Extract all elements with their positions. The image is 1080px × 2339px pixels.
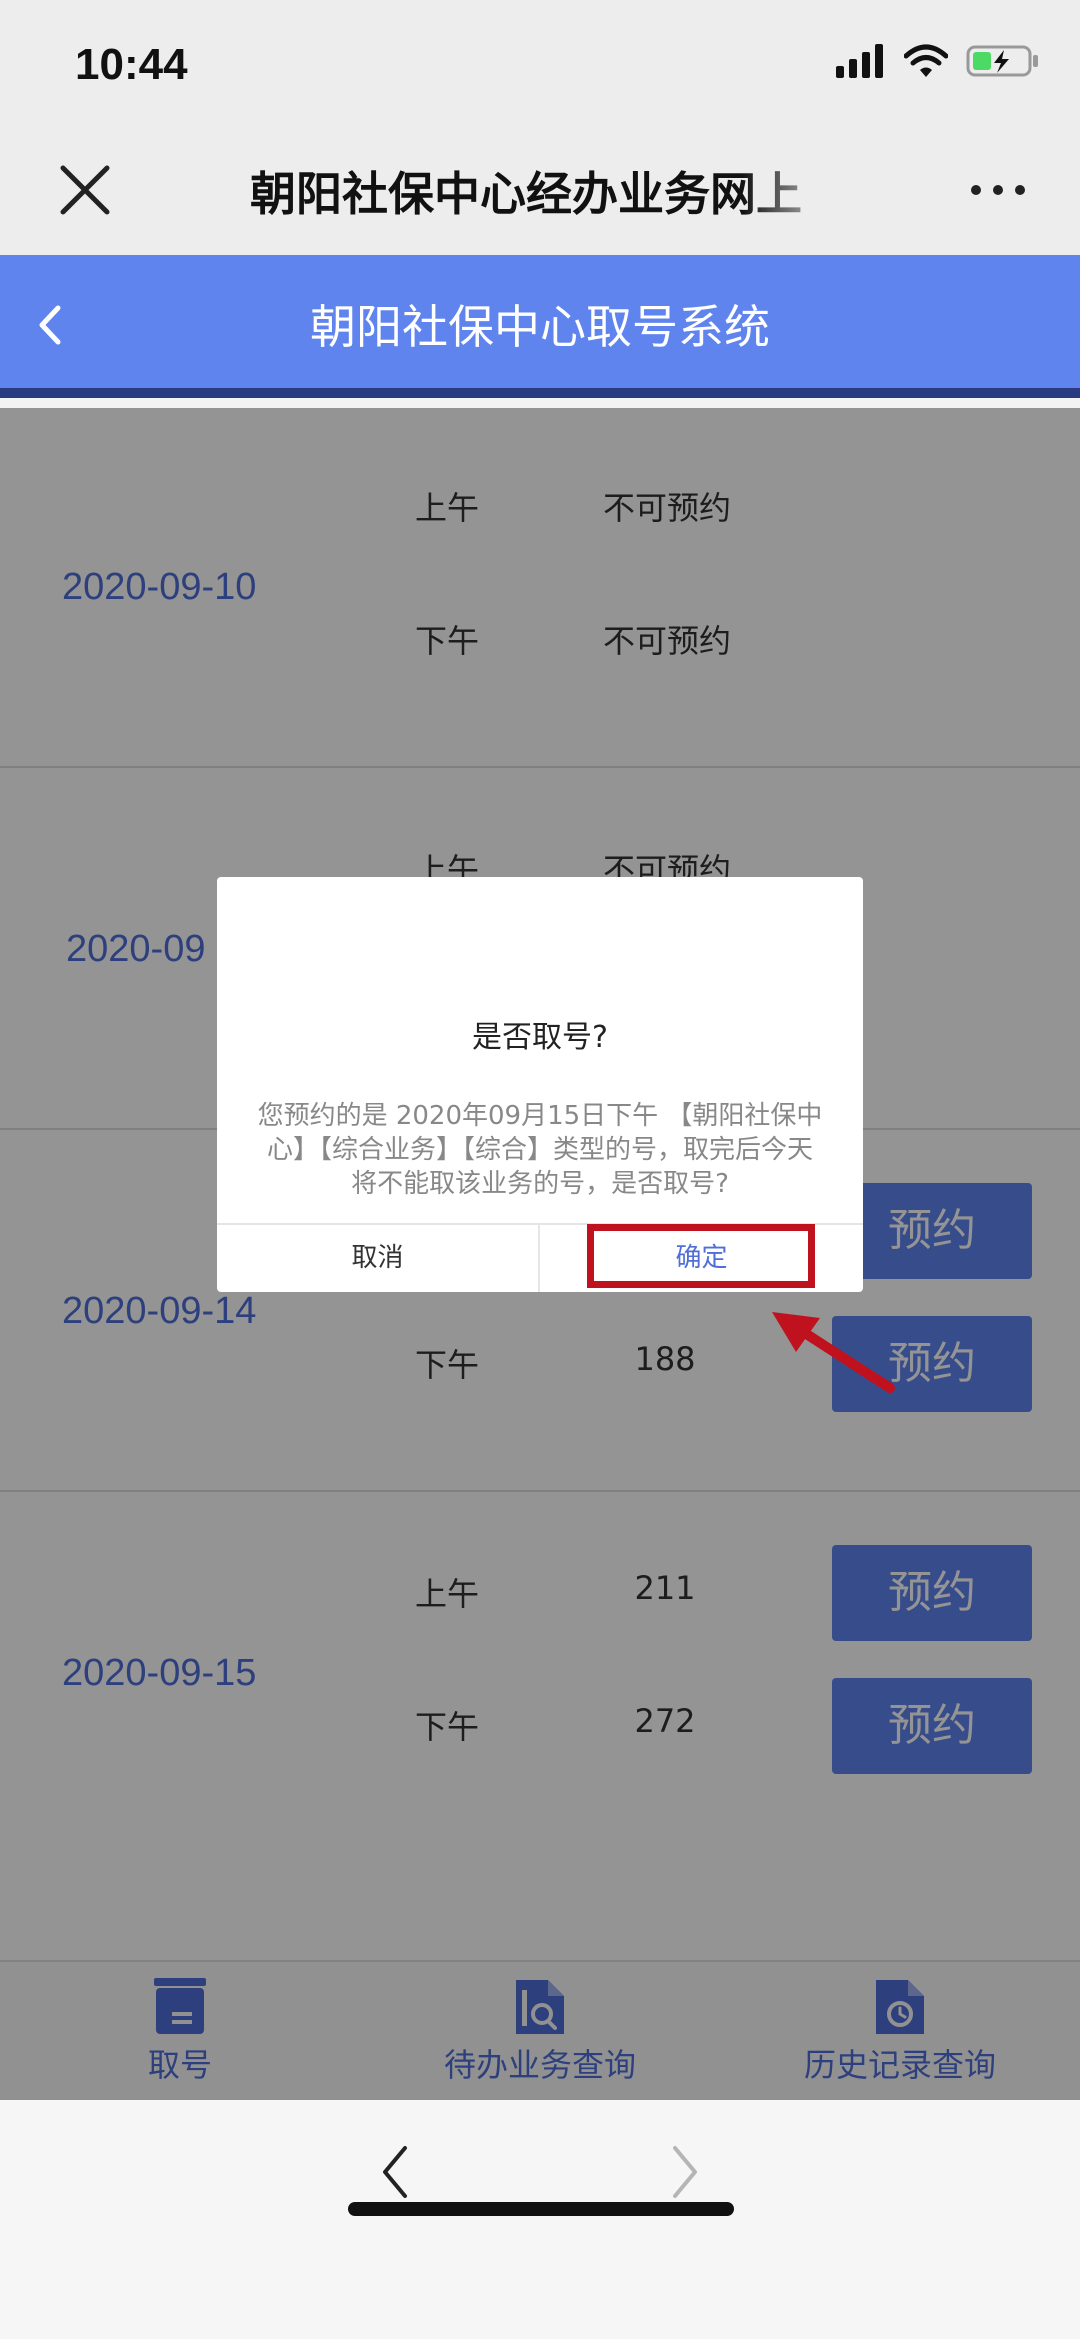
app-title: 朝阳社保中心取号系统 xyxy=(310,300,770,354)
browser-back-icon[interactable] xyxy=(375,2142,415,2202)
battery-charging-icon xyxy=(966,45,1038,77)
dialog-title: 是否取号? xyxy=(472,1020,608,1055)
status-time: 10:44 xyxy=(75,40,188,89)
wechat-page-title: 朝阳社保中心经办业务网上 xyxy=(250,167,802,221)
browser-nav-bar xyxy=(0,2100,1080,2339)
browser-forward-icon[interactable] xyxy=(665,2142,705,2202)
app-header: 朝阳社保中心取号系统 xyxy=(0,255,1080,398)
cancel-button[interactable]: 取消 xyxy=(217,1225,540,1292)
more-icon[interactable] xyxy=(968,180,1028,200)
wifi-icon xyxy=(904,44,948,77)
dialog-message: 您预约的是 2020年09月15日下午 【朝阳社保中心】【综合业务】【综合】类型… xyxy=(257,1101,823,1199)
close-icon[interactable] xyxy=(55,160,115,220)
wechat-header: 朝阳社保中心经办业务网上 xyxy=(0,130,1080,255)
red-arrow-annotation-icon xyxy=(772,1312,895,1393)
status-icons xyxy=(836,44,1040,78)
home-indicator xyxy=(348,2202,734,2216)
cellular-signal-icon xyxy=(836,44,883,78)
status-bar: 10:44 xyxy=(0,0,1080,130)
highlight-annotation-box xyxy=(587,1224,815,1288)
